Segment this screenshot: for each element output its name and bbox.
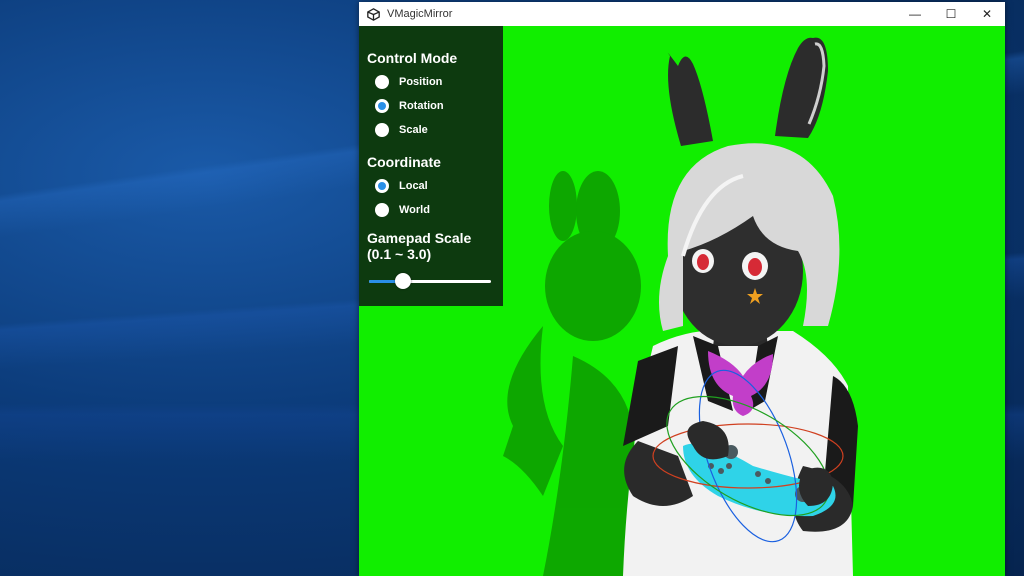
radio-button[interactable] — [375, 203, 389, 217]
control-mode-title: Control Mode — [367, 50, 458, 66]
gamepad-scale-title: Gamepad Scale — [367, 230, 472, 246]
radio-label: Position — [399, 76, 443, 88]
avatar-character — [503, 37, 858, 576]
window-title: VMagicMirror — [387, 8, 453, 20]
radio-button[interactable] — [375, 75, 389, 89]
radio-rotation[interactable]: Rotation — [375, 96, 444, 116]
app-window: VMagicMirror — ☐ ✕ Control Mode Position… — [359, 2, 1005, 576]
slider-thumb[interactable] — [394, 273, 411, 289]
title-bar[interactable]: VMagicMirror — ☐ ✕ — [359, 2, 1005, 26]
control-panel: Control Mode Position Rotation Scale Coo… — [359, 26, 503, 306]
green-screen-viewport: Control Mode Position Rotation Scale Coo… — [359, 26, 1005, 576]
radio-label: Scale — [399, 124, 428, 136]
gamepad-scale-range: (0.1 ~ 3.0) — [367, 246, 432, 262]
radio-world[interactable]: World — [375, 200, 430, 220]
radio-label: World — [399, 204, 430, 216]
radio-label: Rotation — [399, 100, 444, 112]
radio-button-selected[interactable] — [375, 179, 389, 193]
radio-scale[interactable]: Scale — [375, 120, 428, 140]
coordinate-title: Coordinate — [367, 154, 441, 170]
radio-button-selected[interactable] — [375, 99, 389, 113]
radio-local[interactable]: Local — [375, 176, 428, 196]
gamepad-scale-slider[interactable] — [369, 273, 491, 289]
radio-label: Local — [399, 180, 428, 192]
close-button[interactable]: ✕ — [969, 2, 1005, 26]
maximize-button[interactable]: ☐ — [933, 2, 969, 26]
minimize-button[interactable]: — — [897, 2, 933, 26]
radio-button[interactable] — [375, 123, 389, 137]
unity-logo-icon — [365, 6, 381, 22]
radio-position[interactable]: Position — [375, 72, 442, 92]
